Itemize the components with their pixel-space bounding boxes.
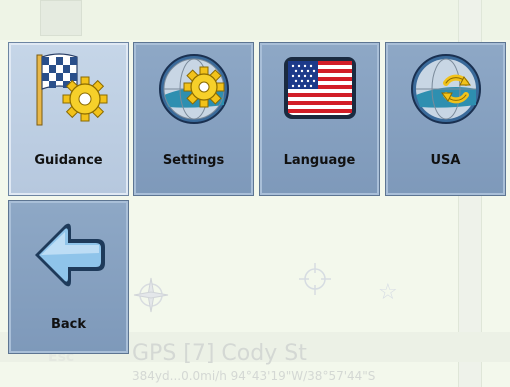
map-faint-marker (40, 0, 82, 36)
favorite-star-icon: ☆ (378, 280, 398, 305)
guidance-label: Guidance (34, 153, 103, 168)
flag-gear-icon (36, 53, 108, 126)
globe-gear-icon (159, 54, 229, 124)
usa-button[interactable]: USA (385, 42, 506, 196)
guidance-button[interactable]: Guidance (8, 42, 129, 196)
status-coordinates: 384yd...0.0mi/h 94°43'19"W/38°57'44"S (132, 369, 376, 383)
status-title: GPS [7] Cody St (132, 341, 307, 366)
compass-icon (133, 277, 169, 313)
settings-button[interactable]: Settings (133, 42, 254, 196)
crosshair-icon (299, 263, 331, 295)
settings-label: Settings (162, 153, 225, 168)
us-flag-icon (284, 57, 356, 119)
language-button[interactable]: Language (259, 42, 380, 196)
usa-label: USA (430, 153, 461, 168)
language-label: Language (283, 153, 356, 168)
back-button[interactable]: Back (8, 200, 129, 354)
back-label: Back (50, 317, 87, 332)
back-arrow-icon (35, 223, 105, 287)
globe-refresh-icon (411, 54, 481, 124)
